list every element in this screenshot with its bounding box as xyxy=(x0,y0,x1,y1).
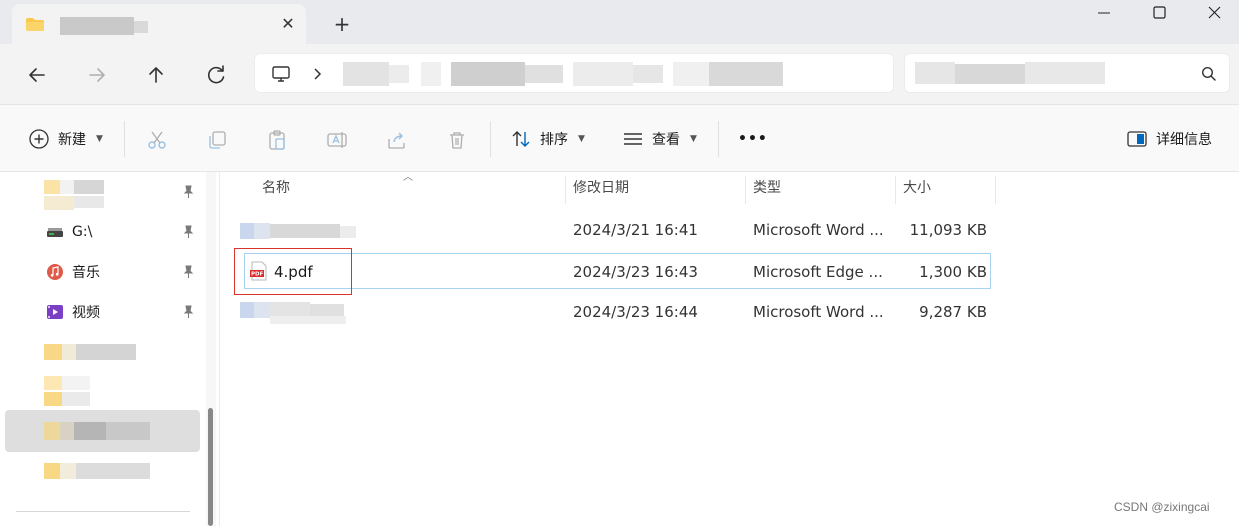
music-icon xyxy=(47,264,63,280)
file-type: Microsoft Edge ... xyxy=(753,263,883,281)
sort-button[interactable]: 排序 ▼ xyxy=(510,123,585,155)
file-type: Microsoft Word ... xyxy=(753,221,884,239)
delete-icon[interactable] xyxy=(446,129,468,151)
back-arrow-icon[interactable] xyxy=(22,60,52,90)
paste-icon[interactable] xyxy=(266,129,288,151)
forward-arrow-icon[interactable] xyxy=(82,60,112,90)
new-button[interactable]: 新建 ▼ xyxy=(28,123,103,155)
file-modified-date: 2024/3/23 16:44 xyxy=(573,303,698,321)
details-pane-label: 详细信息 xyxy=(1156,132,1212,148)
plus-circle-icon xyxy=(29,129,49,149)
file-name-redacted xyxy=(240,302,346,324)
column-header-size[interactable]: 大小 xyxy=(903,172,931,204)
file-size: 1,300 KB xyxy=(919,263,987,281)
explorer-tab[interactable]: ✕ xyxy=(12,4,306,44)
divider xyxy=(718,121,719,157)
sidebar-item-redacted[interactable] xyxy=(44,178,106,212)
new-tab-button[interactable]: + xyxy=(330,13,354,37)
chevron-right-icon[interactable] xyxy=(311,66,323,82)
pane-divider[interactable] xyxy=(219,172,220,526)
tab-close-button[interactable]: ✕ xyxy=(278,14,298,34)
computer-icon xyxy=(272,66,290,82)
new-button-label: 新建 xyxy=(58,132,86,148)
cut-icon[interactable] xyxy=(146,129,168,151)
column-divider[interactable] xyxy=(565,176,566,204)
share-icon[interactable] xyxy=(386,129,408,151)
pin-icon[interactable] xyxy=(180,264,196,280)
file-row-selected[interactable]: PDF 4.pdf 2024/3/23 16:43 Microsoft Edge… xyxy=(244,253,991,289)
search-box[interactable] xyxy=(904,53,1230,93)
minimize-button[interactable] xyxy=(1076,0,1132,26)
file-modified-date: 2024/3/21 16:41 xyxy=(573,221,698,239)
maximize-icon xyxy=(1153,6,1166,19)
sidebar-scrollbar-thumb[interactable] xyxy=(208,408,213,526)
pin-icon[interactable] xyxy=(180,304,196,320)
copy-icon[interactable] xyxy=(206,129,228,151)
pin-icon[interactable] xyxy=(180,184,196,200)
sidebar-item-label: G:\ xyxy=(72,224,93,240)
details-pane-icon xyxy=(1127,131,1147,147)
title-bar: ✕ + xyxy=(0,0,1239,44)
sidebar-item-videos[interactable]: 视频 xyxy=(46,298,100,326)
divider xyxy=(490,121,491,157)
command-bar: 新建 ▼ 排序 ▼ 查看 ▼ ••• 详细信息 xyxy=(0,104,1239,172)
view-button[interactable]: 查看 ▼ xyxy=(622,123,697,155)
sort-icon xyxy=(512,131,530,147)
file-name-redacted xyxy=(240,223,356,239)
file-modified-date: 2024/3/23 16:43 xyxy=(573,263,698,281)
search-placeholder-redacted xyxy=(915,62,1105,84)
divider xyxy=(124,121,125,157)
navigation-bar xyxy=(0,44,1239,104)
details-pane-button[interactable]: 详细信息 xyxy=(1126,123,1212,155)
column-header-name[interactable]: 名称 xyxy=(262,172,290,204)
address-bar[interactable] xyxy=(254,53,894,93)
view-list-icon xyxy=(624,133,642,145)
maximize-button[interactable] xyxy=(1131,0,1187,26)
file-row[interactable]: 2024/3/23 16:44 Microsoft Word ... 9,287… xyxy=(240,294,991,330)
annotation-highlight-box xyxy=(234,248,352,295)
rename-icon[interactable] xyxy=(326,129,348,151)
view-button-label: 查看 xyxy=(652,132,680,148)
chevron-down-icon: ▼ xyxy=(96,134,103,144)
watermark: CSDN @zixingcai xyxy=(1114,500,1210,514)
tab-title-redacted xyxy=(60,17,148,35)
more-options-button[interactable]: ••• xyxy=(738,123,768,155)
breadcrumb-redacted xyxy=(343,62,783,86)
sort-button-label: 排序 xyxy=(540,132,568,148)
sort-ascending-icon: ︿ xyxy=(403,172,413,183)
sidebar-item-redacted[interactable] xyxy=(44,374,92,408)
sidebar-item-g-drive[interactable]: G:\ xyxy=(46,218,92,246)
minimize-icon xyxy=(1098,12,1110,14)
sidebar-item-redacted[interactable] xyxy=(44,462,152,480)
sidebar-item-redacted[interactable] xyxy=(44,420,152,442)
sidebar-item-redacted[interactable] xyxy=(44,344,138,360)
sidebar-item-label: 音乐 xyxy=(72,265,100,281)
column-header-type[interactable]: 类型 xyxy=(753,172,781,204)
file-row[interactable]: 2024/3/21 16:41 Microsoft Word ... 11,09… xyxy=(240,212,991,248)
up-arrow-icon[interactable] xyxy=(141,60,171,90)
file-type: Microsoft Word ... xyxy=(753,303,884,321)
file-size: 9,287 KB xyxy=(919,303,987,321)
chevron-down-icon: ▼ xyxy=(578,134,585,144)
close-icon xyxy=(1208,6,1221,19)
divider xyxy=(16,511,190,512)
drive-icon xyxy=(47,228,63,237)
file-size: 11,093 KB xyxy=(909,221,987,239)
sidebar-item-music[interactable]: 音乐 xyxy=(46,258,100,286)
column-divider[interactable] xyxy=(745,176,746,204)
column-divider[interactable] xyxy=(995,176,996,204)
sidebar-item-label: 视频 xyxy=(72,305,100,321)
column-header-modified[interactable]: 修改日期 xyxy=(573,172,629,204)
window-close-button[interactable] xyxy=(1186,0,1239,26)
column-divider[interactable] xyxy=(895,176,896,204)
video-icon xyxy=(47,305,63,319)
chevron-down-icon: ▼ xyxy=(690,134,697,144)
pin-icon[interactable] xyxy=(180,224,196,240)
folder-icon xyxy=(26,18,44,31)
refresh-icon[interactable] xyxy=(201,60,231,90)
search-icon[interactable] xyxy=(1201,66,1217,82)
